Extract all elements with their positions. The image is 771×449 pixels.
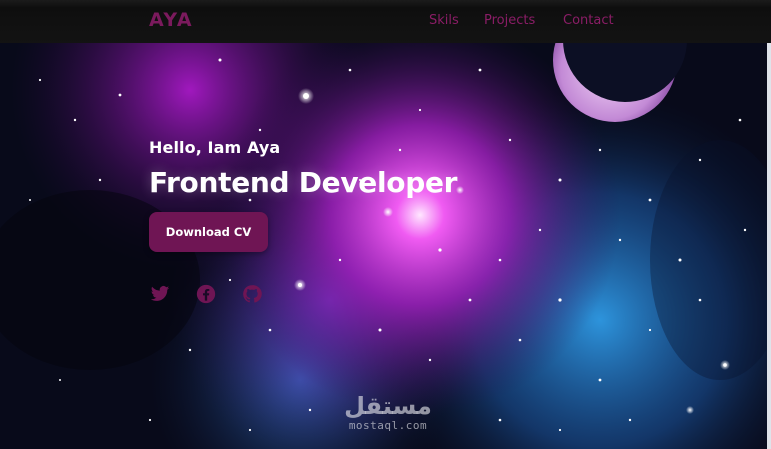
social-links bbox=[149, 284, 279, 306]
top-navbar: AYA Skils Projects Contact bbox=[0, 0, 771, 43]
nav-link-skils[interactable]: Skils bbox=[429, 13, 459, 28]
download-cv-button[interactable]: Download CV bbox=[149, 212, 268, 252]
brand-logo[interactable]: AYA bbox=[149, 9, 193, 31]
navbar-highlight bbox=[0, 0, 771, 8]
twitter-icon[interactable] bbox=[149, 284, 171, 304]
hero-title: Frontend Developer bbox=[149, 166, 458, 199]
hero-greeting: Hello, Iam Aya bbox=[149, 138, 281, 157]
facebook-icon[interactable] bbox=[195, 284, 217, 304]
galaxy-background bbox=[0, 0, 771, 449]
nav-link-projects[interactable]: Projects bbox=[484, 13, 535, 28]
github-icon[interactable] bbox=[241, 284, 263, 304]
mostaql-watermark: مستقل mostaql.com bbox=[338, 393, 438, 433]
nav-link-contact[interactable]: Contact bbox=[563, 13, 614, 28]
watermark-arabic: مستقل bbox=[344, 392, 432, 420]
watermark-latin: mostaql.com bbox=[348, 419, 428, 432]
window-scrollbar-edge bbox=[767, 43, 771, 449]
